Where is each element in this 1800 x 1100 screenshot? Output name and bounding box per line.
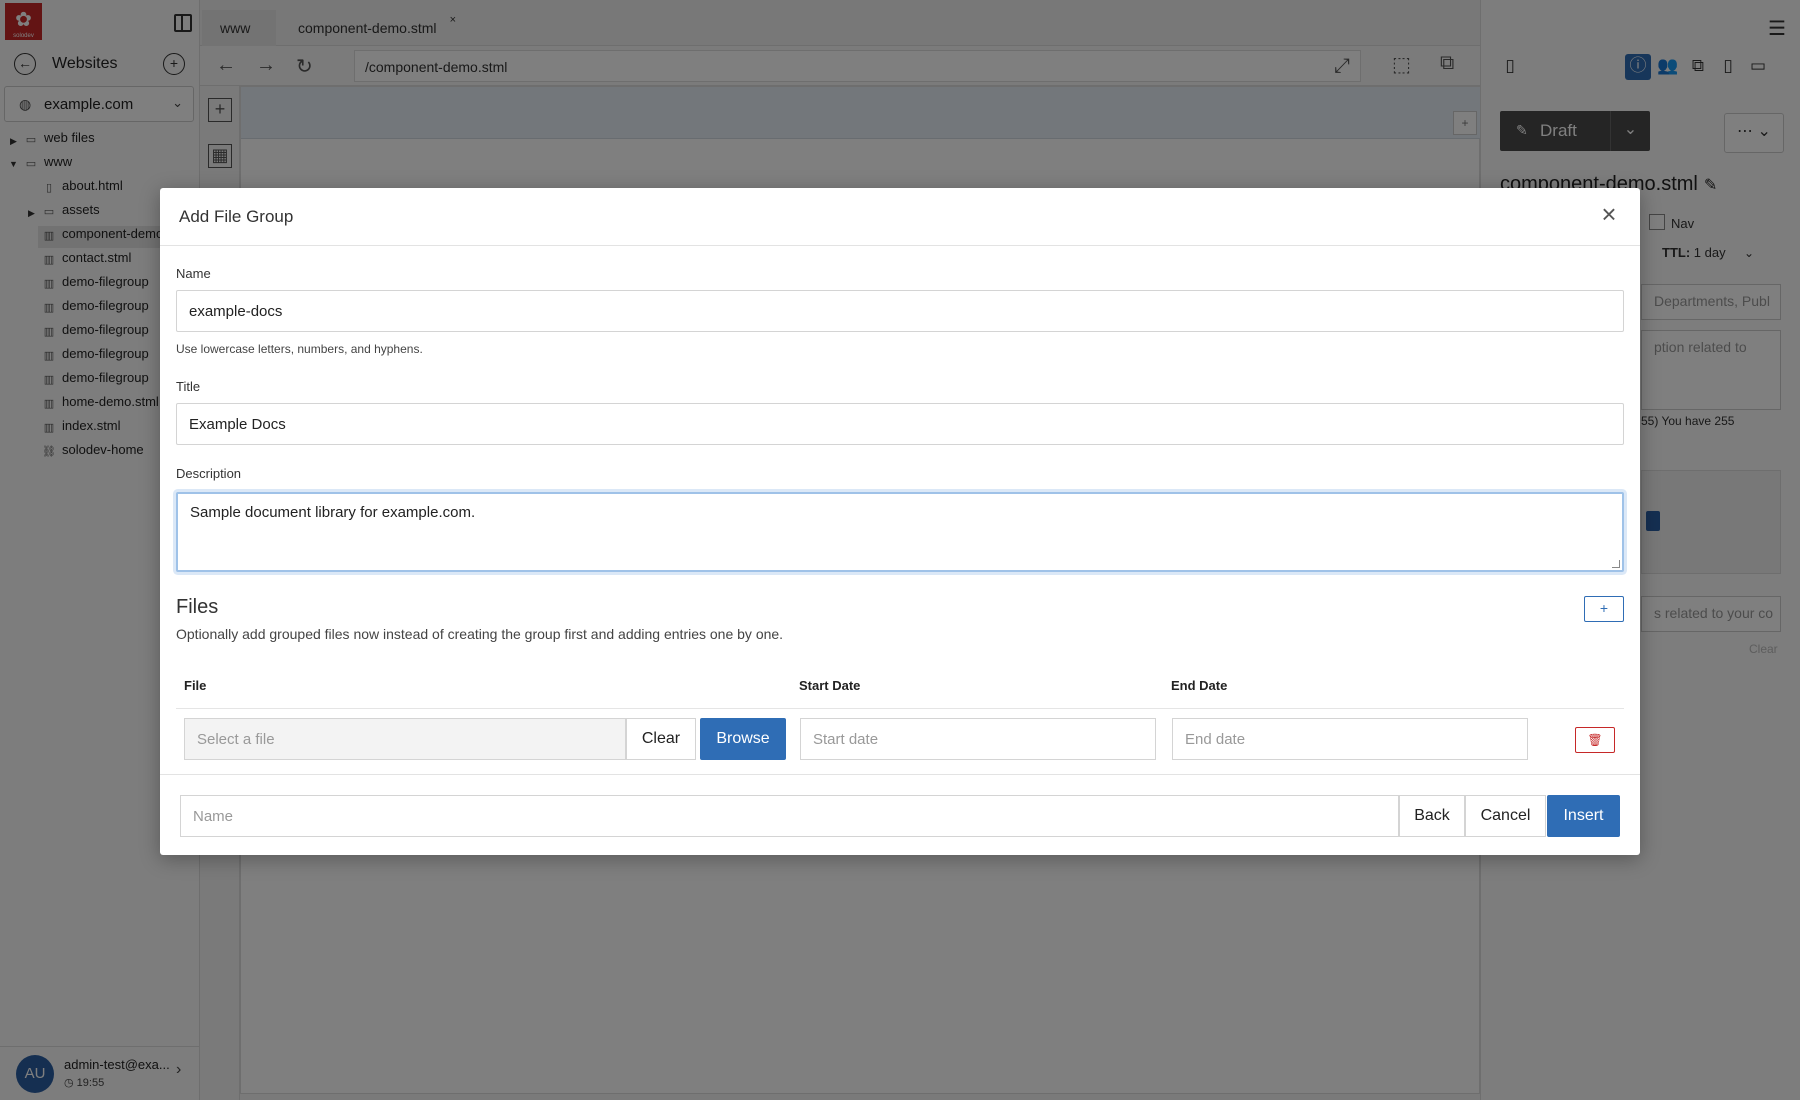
back-button[interactable]: Back xyxy=(1399,795,1465,837)
trash-icon: 🗑 xyxy=(1587,733,1603,747)
add-file-group-modal: Add File Group × Name example-docs Use l… xyxy=(160,188,1640,855)
description-label: Description xyxy=(176,466,242,481)
column-header-end-date: End Date xyxy=(1171,678,1228,693)
delete-row-button[interactable]: 🗑 xyxy=(1575,727,1615,753)
modal-header: Add File Group × xyxy=(160,188,1640,246)
cancel-button[interactable]: Cancel xyxy=(1465,795,1546,837)
modal-title: Add File Group xyxy=(179,207,294,226)
browse-button[interactable]: Browse xyxy=(700,718,786,760)
title-label: Title xyxy=(176,379,201,394)
title-input[interactable]: Example Docs xyxy=(176,403,1624,445)
table-divider xyxy=(176,708,1624,709)
add-file-row-button[interactable]: + xyxy=(1584,596,1624,622)
column-header-file: File xyxy=(184,678,207,693)
description-text: Sample document library for example.com. xyxy=(190,504,476,521)
name-label: Name xyxy=(176,266,211,281)
file-select-input[interactable]: Select a file xyxy=(184,718,626,760)
description-textarea[interactable]: Sample document library for example.com. xyxy=(176,492,1624,572)
end-date-input[interactable]: End date xyxy=(1172,718,1528,760)
insert-button[interactable]: Insert xyxy=(1547,795,1620,837)
resize-grip-icon[interactable] xyxy=(1612,560,1620,568)
start-date-input[interactable]: Start date xyxy=(800,718,1156,760)
close-icon[interactable]: × xyxy=(1594,200,1624,230)
footer-name-input[interactable]: Name xyxy=(180,795,1399,837)
name-help-text: Use lowercase letters, numbers, and hyph… xyxy=(176,342,423,356)
modal-footer-divider xyxy=(160,774,1640,775)
files-heading: Files xyxy=(176,596,219,618)
clear-file-button[interactable]: Clear xyxy=(626,718,696,760)
name-input[interactable]: example-docs xyxy=(176,290,1624,332)
files-description: Optionally add grouped files now instead… xyxy=(176,626,784,642)
column-header-start-date: Start Date xyxy=(799,678,861,693)
